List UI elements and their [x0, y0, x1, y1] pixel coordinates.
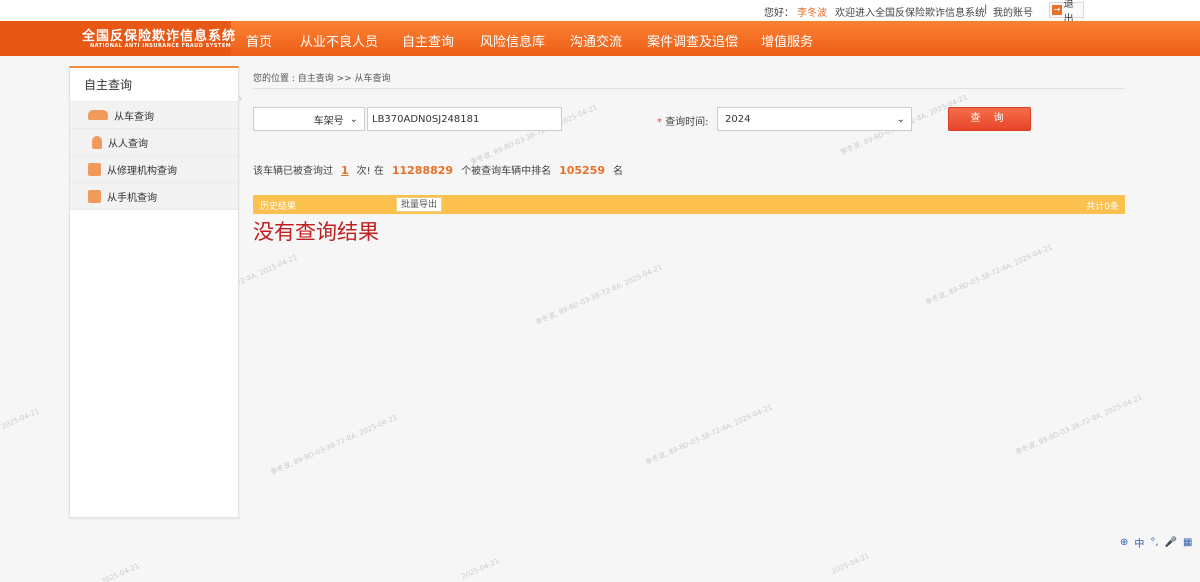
sidebar-item-vehicle-query[interactable]: 从车查询: [70, 102, 238, 129]
sidebar: 自主查询 从车查询 从人查询 从修理机构查询 从手机查询: [69, 66, 239, 518]
divider: |: [984, 4, 988, 15]
car-icon: [88, 110, 108, 120]
watermark-text: 李冬波, 89-8D-03-38-72-8A, 2025-04-21: [644, 403, 774, 467]
phone-icon: [88, 189, 101, 203]
rank-value: 105259: [559, 164, 606, 177]
chevron-down-icon: ⌄: [349, 113, 358, 125]
query-year-value: 2024: [725, 113, 751, 125]
watermark-text: 2025-04-21: [100, 562, 141, 582]
result-total: 共计0条: [1086, 202, 1119, 212]
stats-prefix: 该车辆已被查询过: [253, 166, 333, 177]
ime-language-toggle[interactable]: 中: [1134, 535, 1144, 550]
site-logo[interactable]: 全国反保险欺诈信息系统 NATIONAL ANTI INSURANCE FRAU…: [0, 21, 235, 56]
my-account-link[interactable]: 我的账号: [993, 4, 1033, 19]
watermark-text: 2025-04-21: [0, 407, 41, 431]
nav-self-query[interactable]: 自主查询: [402, 31, 454, 50]
watermark-text: 李冬波, 89-8D-03-38-72-8A, 2025-04-21: [534, 263, 664, 327]
sidebar-item-label: 从车查询: [114, 111, 154, 123]
result-header-bar: 历史结果 批量导出 共计0条: [253, 195, 1125, 214]
stats-times: 次! 在: [356, 166, 384, 177]
watermark-text: 李冬波, 89-8D-03-38-72-8A, 2025-04-21: [1014, 393, 1144, 457]
sidebar-item-label: 从人查询: [108, 138, 148, 150]
stats-middle: 个被查询车辆中排名: [461, 166, 552, 177]
empty-result-message: 没有查询结果: [253, 220, 379, 244]
logo-title-cn: 全国反保险欺诈信息系统: [82, 29, 237, 44]
logout-icon: →: [1052, 5, 1062, 15]
query-count[interactable]: 1: [341, 164, 349, 177]
ime-toolbar: ⊕ 中 °, 🎤 ▦: [1120, 535, 1192, 550]
query-type-value: 车架号: [313, 115, 344, 127]
chevron-down-icon: ⌄: [896, 113, 905, 125]
punctuation-icon[interactable]: °,: [1150, 537, 1158, 548]
nav-risk-database[interactable]: 风险信息库: [480, 31, 545, 50]
sidebar-title: 自主查询: [70, 68, 238, 102]
vin-input[interactable]: [367, 107, 562, 131]
top-bar: 您好： 李冬波 欢迎进入全国反保险欺诈信息系统 | 我的账号 → 退出: [0, 0, 1200, 25]
batch-export-button[interactable]: 批量导出: [396, 197, 443, 212]
watermark-text: 李冬波, 89-8D-03-38-72-8A, 2025-04-21: [924, 243, 1054, 307]
watermark-text: 2025-04-21: [830, 552, 871, 576]
query-stats: 该车辆已被查询过 1 次! 在 11288829 个被查询车辆中排名 10525…: [253, 162, 623, 177]
logout-button[interactable]: → 退出: [1049, 0, 1084, 25]
nav-value-added[interactable]: 增值服务: [761, 31, 813, 50]
required-mark: *: [657, 117, 662, 128]
nav-communication[interactable]: 沟通交流: [570, 31, 622, 50]
query-button[interactable]: 查 询: [948, 107, 1031, 131]
username-link[interactable]: 李冬波: [797, 4, 827, 19]
nav-bad-practitioners[interactable]: 从业不良人员: [300, 31, 378, 50]
repair-shop-icon: [88, 162, 101, 176]
stats-suffix: 名: [613, 166, 624, 177]
watermark-text: 2025-04-21: [460, 557, 501, 581]
ime-logo-icon[interactable]: ⊕: [1120, 537, 1128, 548]
query-type-select[interactable]: 车架号 ⌄: [253, 107, 365, 131]
sidebar-item-label: 从手机查询: [107, 192, 157, 204]
sidebar-item-repair-shop-query[interactable]: 从修理机构查询: [70, 156, 238, 183]
total-vehicles: 11288829: [391, 164, 454, 177]
query-time-label-text: 查询时间:: [665, 117, 709, 128]
query-year-select[interactable]: 2024 ⌄: [717, 107, 912, 131]
breadcrumb: 您的位置 : 自主查询 >> 从车查询: [253, 74, 391, 84]
sidebar-item-label: 从修理机构查询: [107, 165, 177, 177]
microphone-icon[interactable]: 🎤: [1165, 537, 1177, 548]
main-nav: 全国反保险欺诈信息系统 NATIONAL ANTI INSURANCE FRAU…: [0, 21, 1200, 56]
person-icon: [92, 135, 102, 149]
sidebar-item-phone-query[interactable]: 从手机查询: [70, 183, 238, 210]
query-time-label: * 查询时间:: [657, 113, 709, 128]
nav-case-investigation[interactable]: 案件调查及追偿: [647, 31, 738, 50]
grid-icon[interactable]: ▦: [1183, 537, 1192, 548]
welcome-text: 欢迎进入全国反保险欺诈信息系统: [835, 8, 985, 19]
sidebar-item-person-query[interactable]: 从人查询: [70, 129, 238, 156]
tab-history-results[interactable]: 历史结果: [260, 199, 296, 212]
greeting-text: 您好：: [764, 8, 794, 19]
logo-title-en: NATIONAL ANTI INSURANCE FRAUD SYSTEM: [90, 43, 232, 49]
nav-home[interactable]: 首页: [246, 31, 272, 50]
divider: [253, 88, 1125, 89]
watermark-text: 李冬波, 89-8D-03-38-72-8A, 2025-04-21: [269, 413, 399, 477]
